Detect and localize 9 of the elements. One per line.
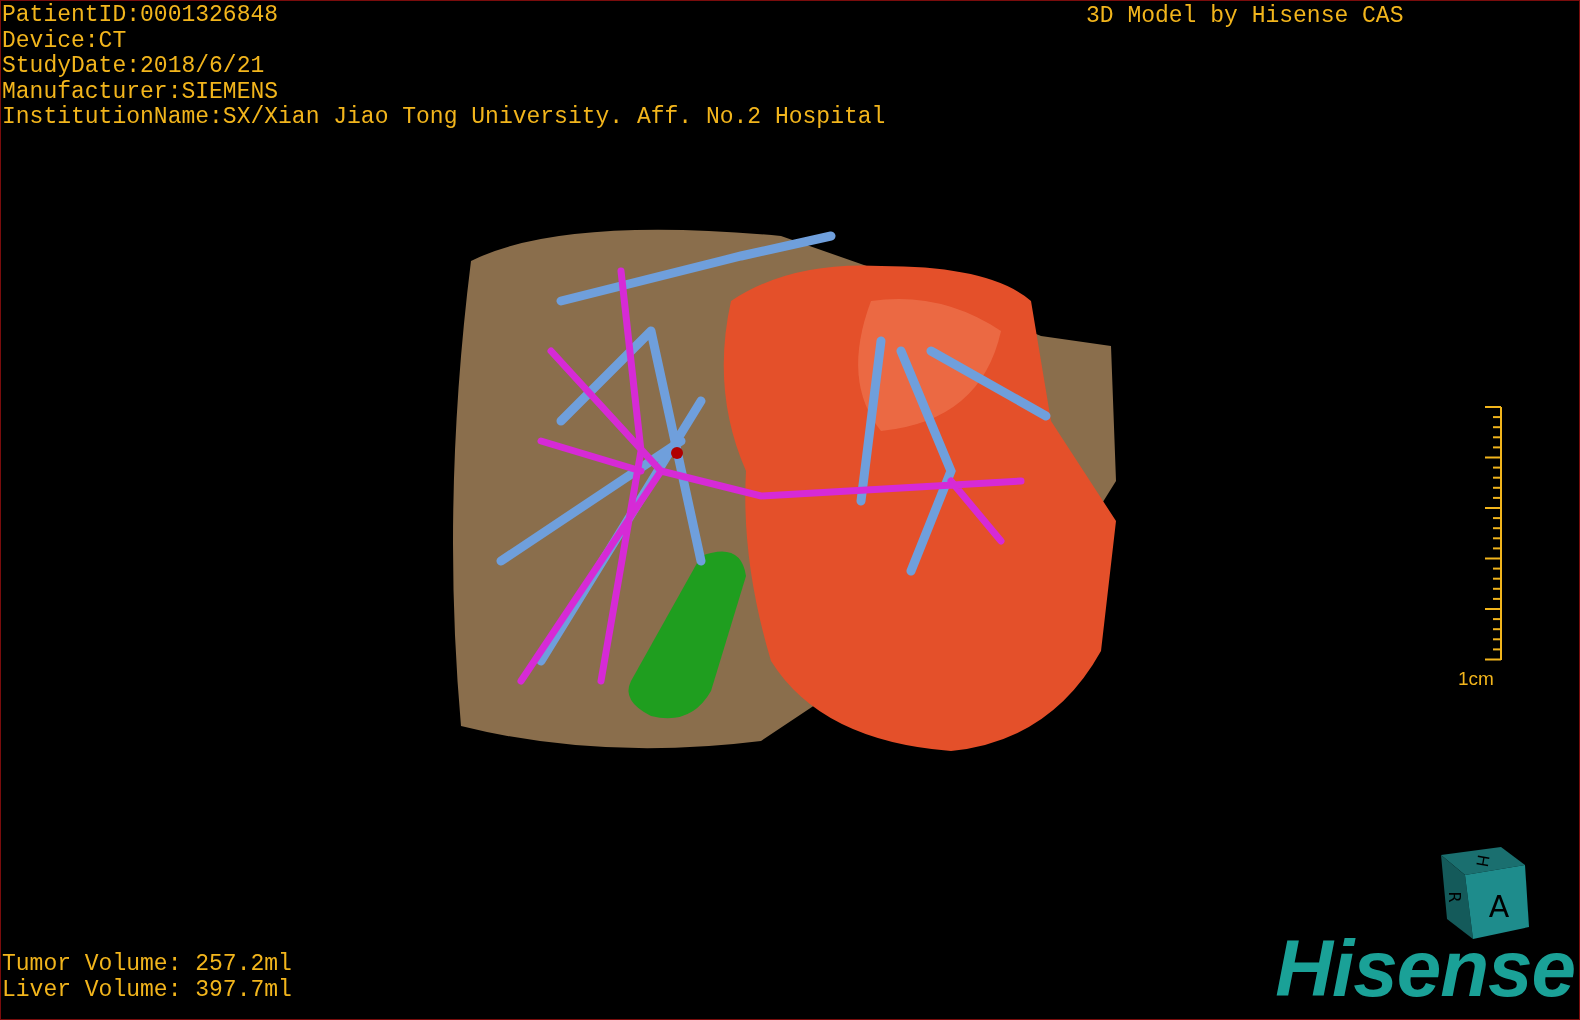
volume-text: Liver Volume: 397.7ml [2, 977, 292, 1003]
volume-text: Tumor Volume: 257.2ml [2, 952, 292, 978]
info-text: Device:CT [2, 28, 127, 54]
info-text: PatientID:0001326848 [2, 3, 279, 29]
info-text: InstitutionName:SX/Xian Jiao Tong University. Aff. No.2 Hospital [2, 105, 886, 131]
scale-label: 1cm [1458, 667, 1494, 691]
info-text: StudyDate:2018/6/21 [2, 54, 265, 80]
info-text: Manufacturer:SIEMENS [2, 79, 279, 105]
viewer-title: 3D Model by Hisense CAS [1086, 4, 1404, 30]
